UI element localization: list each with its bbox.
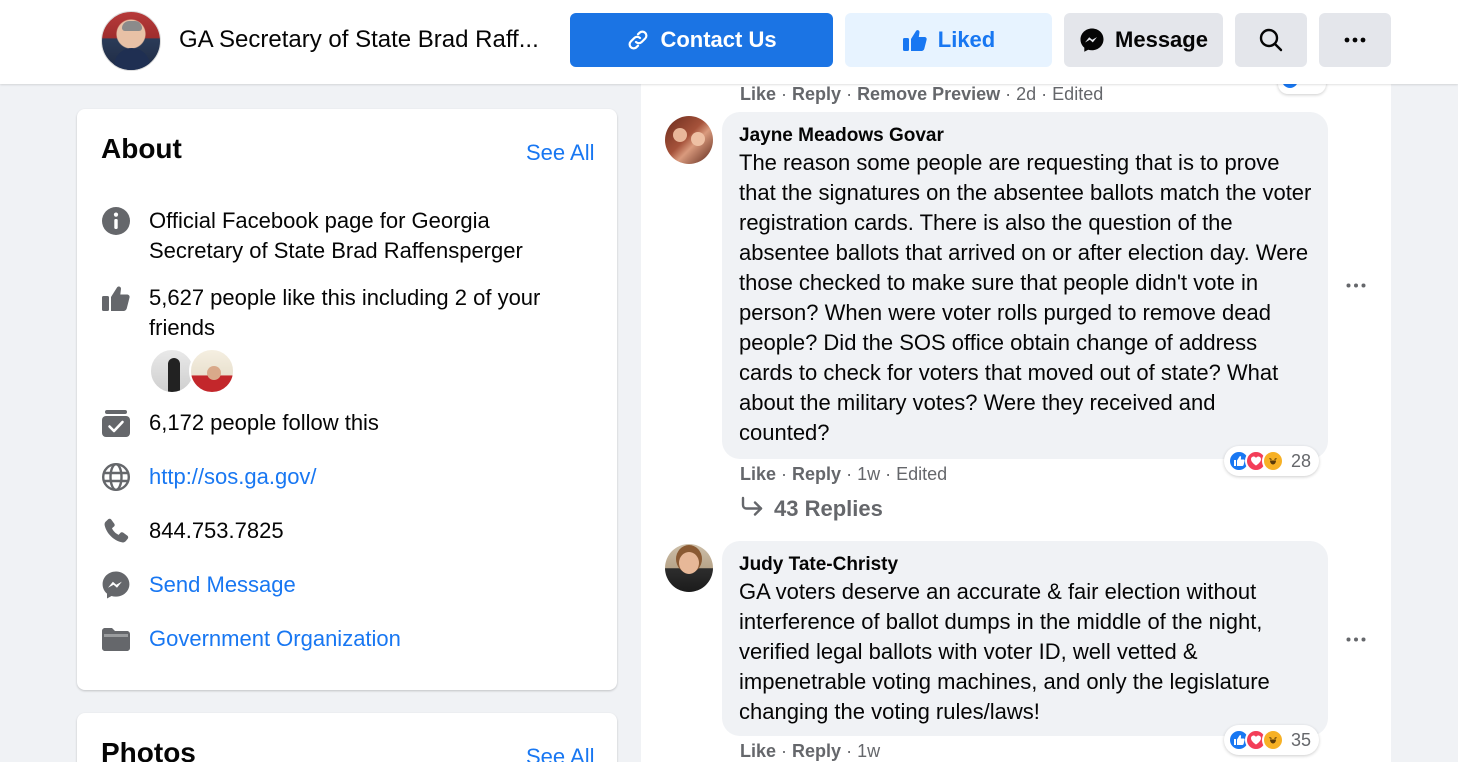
more-options-button[interactable] [1319, 13, 1391, 67]
comment-text: The reason some people are requesting th… [739, 150, 1312, 445]
messenger-icon [1079, 27, 1105, 53]
reaction-summary[interactable]: 28 [1224, 446, 1320, 476]
like-link[interactable]: Like [740, 464, 776, 484]
about-card: About See All Official Facebook page for… [77, 109, 617, 690]
comment-bubble: Jayne Meadows Govar The reason some peop… [722, 112, 1328, 459]
comment-author[interactable]: Jayne Meadows Govar [739, 124, 1312, 148]
about-description-row: Official Facebook page for Georgia Secre… [101, 206, 581, 266]
about-send-message-row: Send Message [101, 570, 296, 600]
reply-link[interactable]: Reply [792, 464, 841, 484]
photos-card: Photos See All [77, 713, 617, 762]
website-link[interactable]: http://sos.ga.gov/ [149, 462, 317, 492]
reaction-count: 35 [1291, 729, 1312, 750]
thumbs-up-icon [902, 28, 928, 52]
about-phone-row: 844.753.7825 [101, 516, 284, 546]
remove-preview-link[interactable]: Remove Preview [857, 84, 1000, 104]
reply-link[interactable]: Reply [792, 741, 841, 761]
friend-avatar[interactable] [189, 348, 235, 394]
phone-number: 844.753.7825 [149, 518, 284, 543]
page-header: GA Secretary of State Brad Raff... Conta… [0, 0, 1458, 84]
more-icon [1346, 637, 1366, 641]
view-replies-button[interactable]: 43 Replies [740, 496, 883, 522]
reaction-count: 28 [1291, 450, 1312, 471]
photos-see-all-link[interactable]: See All [526, 744, 595, 762]
about-category-row: Government Organization [101, 624, 401, 654]
like-link[interactable]: Like [740, 84, 776, 104]
haha-reaction-icon [1262, 729, 1284, 751]
more-icon [1346, 283, 1366, 287]
photos-title: Photos [101, 737, 196, 762]
more-icon [1344, 37, 1366, 43]
page-profile-picture[interactable] [101, 11, 161, 71]
about-description: Official Facebook page for Georgia Secre… [149, 208, 523, 263]
comment-timestamp[interactable]: 1w [857, 741, 880, 761]
haha-reaction-icon [1262, 450, 1284, 472]
about-see-all-link[interactable]: See All [526, 140, 595, 166]
comment-options-button[interactable] [1341, 270, 1371, 300]
like-link[interactable]: Like [740, 741, 776, 761]
comment-timestamp[interactable]: 2d [1016, 84, 1036, 104]
previous-comment-actions: Like · Reply · Remove Preview · 2d · Edi… [740, 84, 1104, 104]
message-button[interactable]: Message [1064, 13, 1223, 67]
commenter-avatar[interactable] [665, 544, 713, 592]
thumbs-up-icon [101, 283, 131, 313]
page-title[interactable]: GA Secretary of State Brad Raff... [179, 26, 539, 54]
link-icon [626, 28, 650, 52]
comment-bubble: Judy Tate-Christy GA voters deserve an a… [722, 541, 1328, 736]
category-icon [101, 624, 131, 654]
commenter-avatar[interactable] [665, 116, 713, 164]
comment-author[interactable]: Judy Tate-Christy [739, 553, 1312, 577]
search-icon [1258, 27, 1284, 53]
edited-label: Edited [1052, 84, 1104, 104]
reply-link[interactable]: Reply [792, 84, 841, 104]
about-follows-text: 6,172 people follow this [149, 410, 379, 435]
about-likes-row: 5,627 people like this including 2 of yo… [101, 283, 581, 343]
replies-count-label: 43 Replies [774, 496, 883, 521]
edited-label: Edited [896, 464, 948, 484]
category-link[interactable]: Government Organization [149, 624, 401, 654]
info-icon [101, 206, 131, 236]
liked-button[interactable]: Liked [845, 13, 1052, 67]
about-follows-row: 6,172 people follow this [101, 408, 379, 438]
send-message-link[interactable]: Send Message [149, 570, 296, 600]
about-likes-text: 5,627 people like this including 2 of yo… [149, 285, 541, 340]
comments-feed: Like · Reply · Remove Preview · 2d · Edi… [641, 72, 1391, 762]
reaction-summary[interactable]: 35 [1224, 725, 1320, 755]
comment-actions: Like · Reply · 1w · Edited [740, 464, 948, 484]
liked-label: Liked [937, 27, 996, 52]
reply-arrow-icon [740, 496, 764, 522]
follow-icon [101, 408, 131, 438]
about-website-row: http://sos.ga.gov/ [101, 462, 317, 492]
phone-icon [101, 516, 131, 546]
globe-icon [101, 462, 131, 492]
message-label: Message [1115, 27, 1208, 52]
contact-us-button[interactable]: Contact Us [570, 13, 833, 67]
messenger-icon [101, 570, 131, 600]
comment-actions: Like · Reply · 1w [740, 741, 881, 761]
search-button[interactable] [1235, 13, 1307, 67]
comment-timestamp[interactable]: 1w [857, 464, 880, 484]
comment-text: GA voters deserve an accurate & fair ele… [739, 579, 1270, 724]
contact-us-label: Contact Us [660, 27, 777, 52]
friends-who-like [149, 348, 235, 394]
about-title: About [101, 133, 182, 164]
comment-options-button[interactable] [1341, 624, 1371, 654]
